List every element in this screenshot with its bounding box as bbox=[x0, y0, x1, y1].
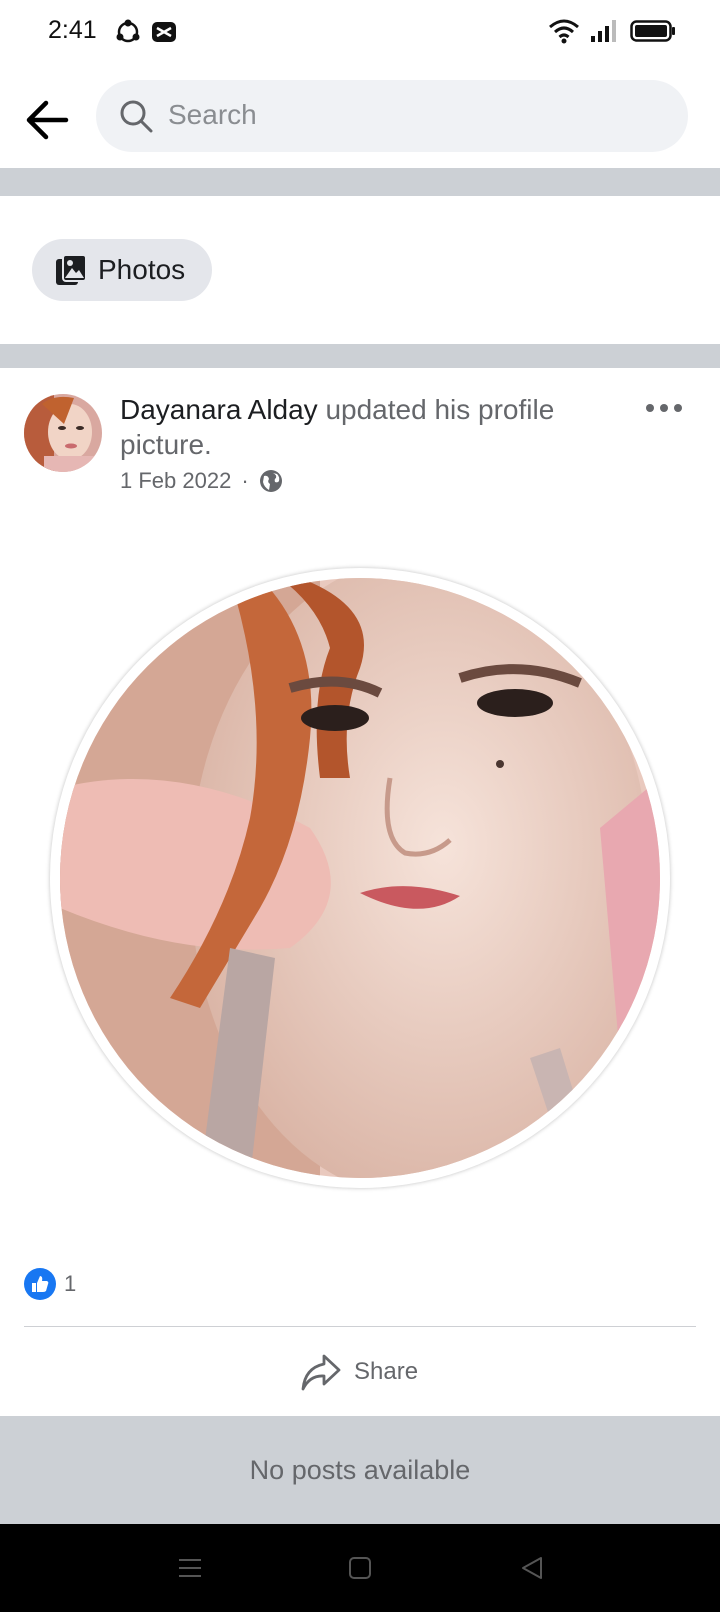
profile-picture[interactable] bbox=[50, 568, 670, 1188]
post-date[interactable]: 1 Feb 2022 bbox=[120, 468, 231, 494]
status-time: 2:41 bbox=[48, 16, 97, 44]
back-button[interactable] bbox=[22, 94, 74, 146]
filter-row: Photos bbox=[0, 196, 720, 344]
system-nav-bar bbox=[0, 1524, 720, 1612]
more-options-button[interactable] bbox=[644, 398, 684, 418]
wifi-icon bbox=[549, 19, 579, 44]
photos-icon bbox=[56, 254, 87, 285]
meta-separator: · bbox=[241, 468, 249, 493]
more-icon bbox=[646, 404, 682, 412]
like-reaction-icon bbox=[24, 1268, 56, 1300]
battery-icon bbox=[630, 20, 675, 42]
home-button[interactable] bbox=[346, 1554, 374, 1587]
post-card: Dayanara Alday updated his profile pictu… bbox=[0, 368, 720, 1416]
system-back-button[interactable] bbox=[518, 1554, 546, 1587]
search-placeholder: Search bbox=[168, 99, 257, 130]
empty-feed-text: No posts available bbox=[249, 1454, 471, 1485]
post-divider bbox=[24, 1326, 696, 1327]
home-icon bbox=[349, 1557, 371, 1579]
photos-filter-chip[interactable]: Photos bbox=[32, 239, 212, 301]
search-icon bbox=[120, 100, 153, 133]
photos-chip-label: Photos bbox=[98, 254, 186, 285]
post-meta: 1 Feb 2022 · bbox=[120, 468, 283, 494]
reactions-summary[interactable]: 1 bbox=[24, 1268, 76, 1300]
recents-button[interactable] bbox=[176, 1554, 204, 1587]
status-bar: 2:41 bbox=[0, 0, 720, 64]
menu-icon bbox=[179, 1559, 201, 1577]
post-header: Dayanara Alday updated his profile pictu… bbox=[120, 392, 610, 462]
triangle-back-icon bbox=[522, 1557, 542, 1579]
status-right bbox=[548, 18, 676, 44]
search-input[interactable]: Search bbox=[96, 80, 688, 152]
share-button[interactable]: Share bbox=[300, 1344, 418, 1400]
section-divider bbox=[0, 170, 720, 196]
back-arrow-icon bbox=[26, 100, 69, 140]
top-bar: Search bbox=[0, 64, 720, 170]
share-icon bbox=[301, 1354, 341, 1391]
globe-icon bbox=[259, 470, 282, 492]
avatar[interactable] bbox=[24, 394, 102, 472]
signal-icon bbox=[591, 20, 616, 42]
share-label: Share bbox=[354, 1358, 419, 1385]
status-app-icons bbox=[114, 18, 178, 46]
author-name[interactable]: Dayanara Alday bbox=[120, 394, 318, 425]
profile-picture-image bbox=[60, 578, 660, 1178]
section-divider bbox=[0, 344, 720, 368]
empty-feed-message: No posts available bbox=[0, 1416, 720, 1524]
sync-icon bbox=[116, 19, 140, 43]
reaction-count: 1 bbox=[64, 1271, 77, 1296]
capcut-icon bbox=[152, 22, 176, 42]
